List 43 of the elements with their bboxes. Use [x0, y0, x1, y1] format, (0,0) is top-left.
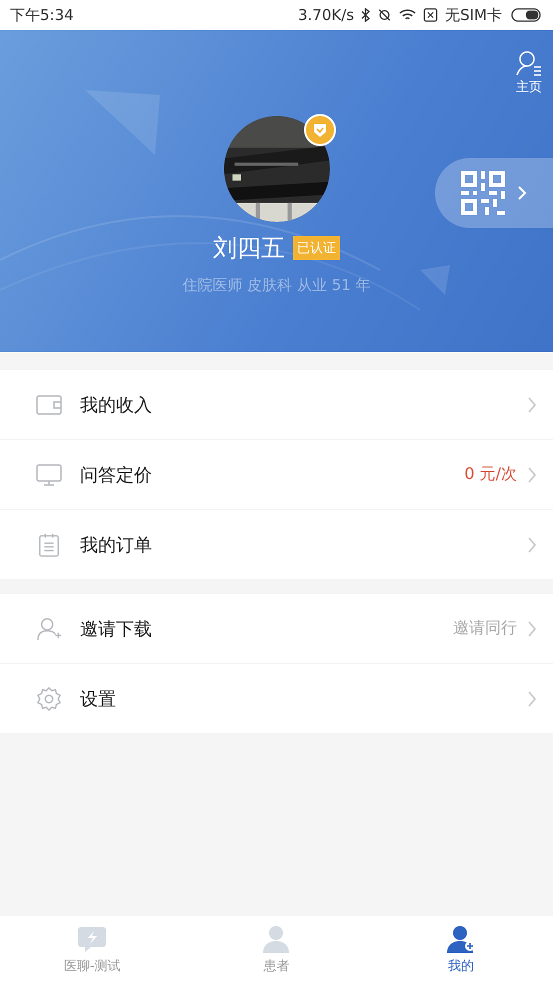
- settings-icon: [36, 686, 62, 710]
- wifi-icon: [399, 8, 416, 22]
- menu-row[interactable]: 我的订单: [0, 509, 553, 579]
- chevron-right-icon: [527, 396, 537, 414]
- verified-icon: [304, 114, 336, 146]
- menu-row[interactable]: 邀请下载 邀请同行: [0, 594, 553, 663]
- menu-value: 0 元/次: [464, 464, 517, 485]
- sim-icon: [423, 8, 438, 22]
- status-time: 下午5:34: [10, 6, 74, 24]
- verified-badge: 已认证: [293, 236, 340, 260]
- wallet-icon: [36, 392, 62, 416]
- chevron-right-icon: [527, 466, 537, 484]
- menu-label: 邀请下载: [80, 618, 153, 640]
- chevron-right-icon: [527, 536, 537, 554]
- menu-label: 问答定价: [80, 464, 153, 486]
- alarm-off-icon: [377, 8, 392, 22]
- chevron-right-icon: [517, 185, 527, 201]
- home-button[interactable]: 主页: [513, 48, 545, 98]
- menu-label: 我的订单: [80, 534, 153, 556]
- tab-item[interactable]: 我的: [368, 916, 553, 984]
- chat-bubble-icon: [77, 925, 108, 953]
- doctor-info: 住院医师 皮肤科 从业 51 年: [182, 276, 371, 295]
- clipboard-icon: [36, 532, 62, 556]
- menu-row[interactable]: 我的收入: [0, 370, 553, 439]
- person-icon: [261, 925, 292, 953]
- menu-value: 邀请同行: [453, 618, 517, 639]
- chevron-right-icon: [527, 620, 537, 638]
- doctor-name: 刘四五: [213, 233, 285, 264]
- profile-icon: [515, 50, 543, 76]
- person-plus-icon: [446, 925, 476, 953]
- sim-status: 无SIM卡: [445, 6, 502, 24]
- qr-code-icon: [461, 171, 505, 215]
- user-add-icon: [36, 616, 62, 640]
- battery-icon: [509, 8, 543, 22]
- menu-row[interactable]: 设置: [0, 663, 553, 733]
- qr-code-button[interactable]: [435, 158, 553, 228]
- menu-row[interactable]: 问答定价 0 元/次: [0, 439, 553, 509]
- bluetooth-icon: [361, 8, 370, 22]
- menu-label: 我的收入: [80, 394, 153, 416]
- menu-label: 设置: [80, 688, 117, 710]
- chevron-right-icon: [527, 690, 537, 708]
- network-speed: 3.70K/s: [298, 6, 354, 24]
- monitor-icon: [36, 462, 62, 486]
